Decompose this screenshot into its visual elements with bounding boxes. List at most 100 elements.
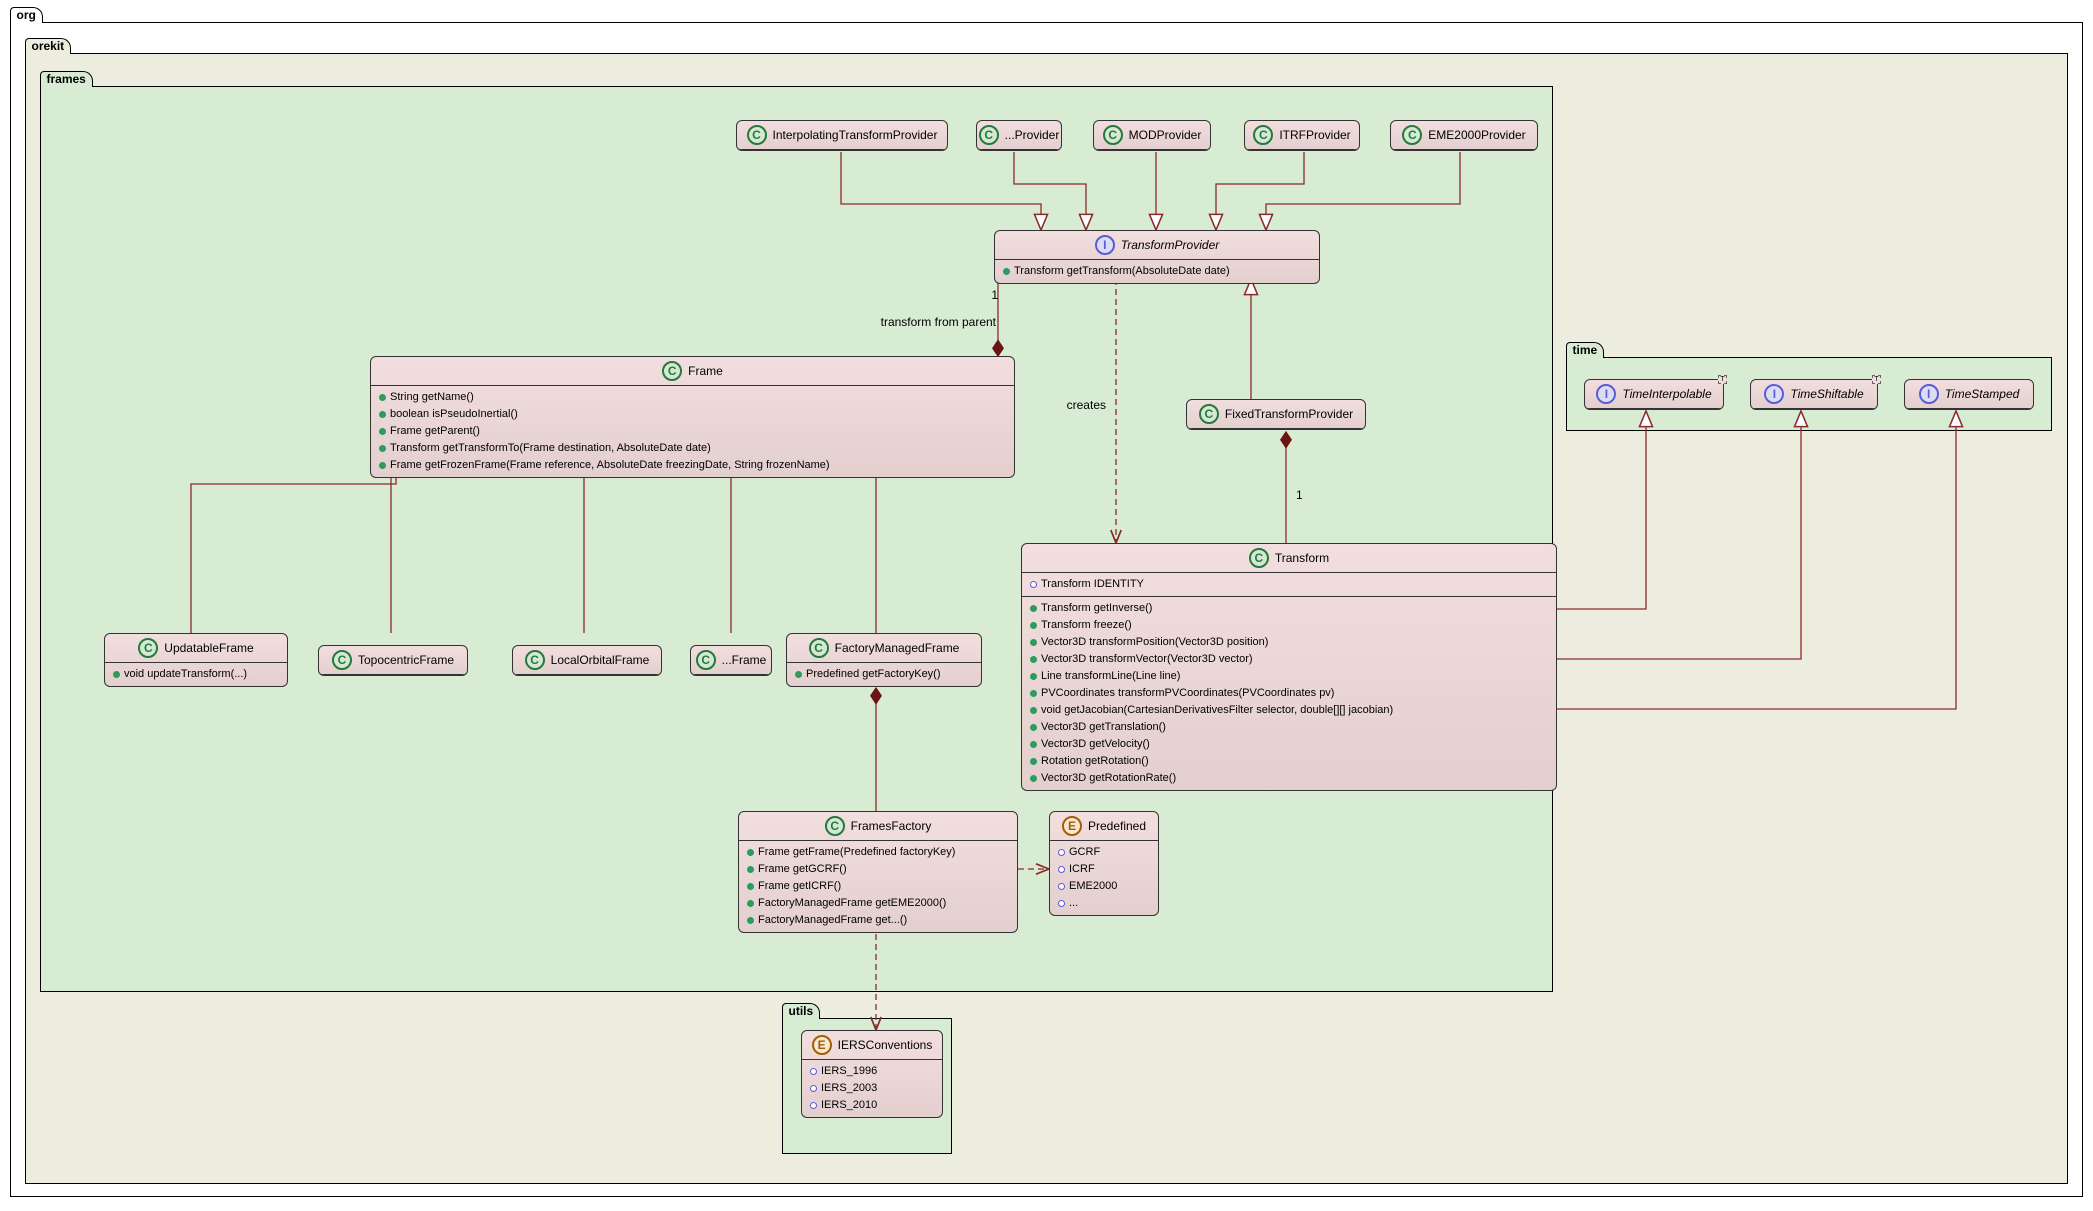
class-framesfactory: CFramesFactory Frame getFrame(Predefined… [738,811,1018,933]
class-name: TimeShiftable [1790,387,1863,401]
class-icon: C [979,125,999,145]
class-eme2000provider: C EME2000Provider [1390,120,1538,151]
method: Frame getFrozenFrame(Frame reference, Ab… [390,457,830,474]
class-updatableframe: C UpdatableFrame void updateTransform(...… [104,633,288,687]
vis-icon [1058,883,1065,890]
class-name: TimeInterpolable [1622,387,1711,401]
class-modprovider: CMODProvider [1093,120,1211,151]
method: boolean isPseudoInertial() [390,406,518,423]
method: FactoryManagedFrame get...() [758,912,907,929]
class-fixedtransformprovider: C FixedTransformProvider [1186,399,1366,430]
vis-icon [379,394,386,401]
class-icon: C [1199,404,1219,424]
package-time-tab: time [1566,342,1605,358]
class-icon: C [332,650,352,670]
class-name: InterpolatingTransformProvider [773,128,938,142]
class-transform: CTransform Transform IDENTITY Transform … [1021,543,1557,791]
vis-icon [1058,866,1065,873]
enum-icon: E [812,1035,832,1055]
class-name: UpdatableFrame [164,641,253,655]
method: Rotation getRotation() [1041,753,1149,770]
class-icon: C [825,816,845,836]
vis-icon [1030,724,1037,731]
class-frame: CFrame String getName() boolean isPseudo… [370,356,1015,478]
class-interpolating-transform-provider: C InterpolatingTransformProvider [736,120,948,151]
vis-icon [1030,639,1037,646]
package-frames-tab: frames [40,71,93,87]
method: Vector3D getRotationRate() [1041,770,1176,787]
label: time [1573,343,1598,357]
vis-icon [1030,605,1037,612]
vis-icon [747,866,754,873]
class-icon: C [138,638,158,658]
class-icon: C [662,361,682,381]
method: Line transformLine(Line line) [1041,668,1180,685]
vis-icon [747,883,754,890]
method: Vector3D transformVector(Vector3D vector… [1041,651,1253,668]
enum-value: IERS_1996 [821,1063,877,1080]
method: Transform getInverse() [1041,600,1152,617]
method: String getName() [390,389,474,406]
method: void updateTransform(...) [124,666,247,683]
vis-icon [810,1102,817,1109]
class-name: TransformProvider [1121,238,1219,252]
vis-icon [1030,690,1037,697]
vis-icon [795,671,802,678]
class-icon: C [1253,125,1273,145]
class-name: TimeStamped [1945,387,2020,401]
class-icon: C [809,638,829,658]
vis-icon [747,849,754,856]
method: Vector3D transformPosition(Vector3D posi… [1041,634,1268,651]
vis-icon [1030,758,1037,765]
method: Vector3D getTranslation() [1041,719,1166,736]
method: Transform getTransformTo(Frame destinati… [390,440,711,457]
class-localorbitalframe: C LocalOrbitalFrame [512,645,662,676]
enum-value: ICRF [1069,861,1095,878]
field: Transform IDENTITY [1041,576,1144,593]
package-orekit: orekit frames time utils [25,53,2068,1184]
vis-icon [747,900,754,907]
method: PVCoordinates transformPVCoordinates(PVC… [1041,685,1334,702]
class-itrfprovider: C ITRFProvider [1244,120,1360,151]
class-name: LocalOrbitalFrame [551,653,650,667]
class-name: EME2000Provider [1428,128,1525,142]
label: frames [47,72,86,86]
interface-icon: I [1919,384,1939,404]
class-name: TopocentricFrame [358,653,454,667]
method: Predefined getFactoryKey() [806,666,941,683]
class-factorymanagedframe: CFactoryManagedFrame Predefined getFacto… [786,633,982,687]
package-org-tab: org [10,7,43,23]
package-org: org orekit frames time utils [10,22,2083,1197]
label: utils [789,1004,814,1018]
vis-icon [1030,581,1037,588]
class-icon: C [525,650,545,670]
class-dotframe: C...Frame [690,645,772,676]
interface-icon: I [1596,384,1616,404]
class-dotprovider: C...Provider [976,120,1062,151]
class-name: MODProvider [1129,128,1202,142]
vis-icon [379,411,386,418]
class-name: FixedTransformProvider [1225,407,1353,421]
interface-timestamped: I TimeStamped [1904,379,2034,410]
vis-icon [113,671,120,678]
method: Frame getParent() [390,423,480,440]
class-icon: C [747,125,767,145]
vis-icon [810,1068,817,1075]
package-utils-tab: utils [782,1003,821,1019]
enum-iersconventions: EIERSConventions IERS_1996 IERS_2003 IER… [801,1030,943,1118]
template-marker-icon: T [1718,375,1727,384]
vis-icon [379,462,386,469]
method: Frame getGCRF() [758,861,847,878]
class-name: ...Frame [722,653,767,667]
vis-icon [747,917,754,924]
vis-icon [379,445,386,452]
method: Transform getTransform(AbsoluteDate date… [1014,263,1230,280]
enum-value: GCRF [1069,844,1100,861]
vis-icon [1030,775,1037,782]
vis-icon [1030,673,1037,680]
class-name: ITRFProvider [1279,128,1350,142]
vis-icon [1030,622,1037,629]
interface-timeinterpolable: I TimeInterpolable [1584,379,1724,410]
class-icon: C [1402,125,1422,145]
class-name: Transform [1275,551,1329,565]
